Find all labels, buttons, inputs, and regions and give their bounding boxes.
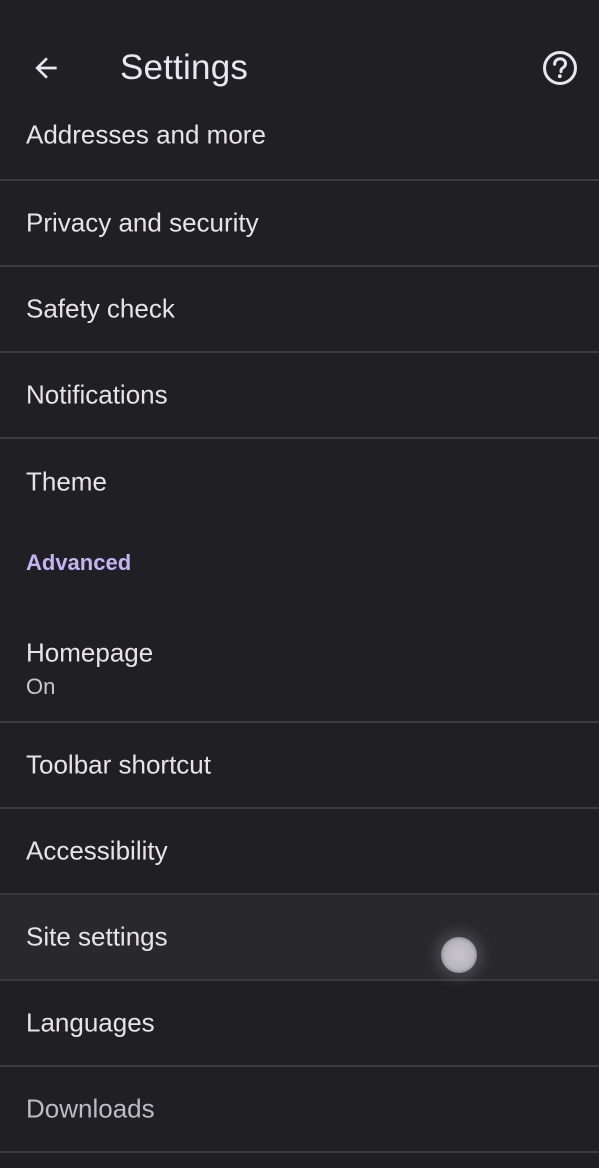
settings-item-label: Toolbar shortcut [26, 749, 211, 780]
back-button[interactable] [18, 40, 74, 96]
settings-screen: Settings Addresses and more Privacy and … [0, 0, 599, 1168]
help-button[interactable] [532, 40, 588, 96]
settings-item-languages[interactable]: Languages [0, 981, 599, 1067]
page-title: Settings [120, 48, 249, 87]
settings-item-label: Languages [26, 1007, 155, 1038]
app-bar: Settings [0, 0, 599, 118]
settings-item-toolbar-shortcut[interactable]: Toolbar shortcut [0, 723, 599, 809]
section-header-advanced: Advanced [0, 525, 599, 609]
section-header-label: Advanced [26, 550, 132, 575]
settings-item-homepage[interactable]: Homepage On [0, 609, 599, 723]
settings-item-label: Safety check [26, 293, 175, 324]
settings-item-label: Downloads [26, 1093, 155, 1124]
settings-item-label: Accessibility [26, 835, 168, 866]
settings-item-label: Site settings [26, 921, 168, 952]
settings-item-accessibility[interactable]: Accessibility [0, 809, 599, 895]
settings-item-notifications[interactable]: Notifications [0, 353, 599, 439]
settings-item-site-settings[interactable]: Site settings [0, 895, 599, 981]
settings-item-label: Notifications [26, 379, 168, 410]
settings-item-label: Theme [26, 466, 107, 497]
settings-item-downloads[interactable]: Downloads [0, 1067, 599, 1153]
settings-list: Addresses and more Privacy and security … [0, 93, 599, 1153]
settings-item-privacy[interactable]: Privacy and security [0, 181, 599, 267]
settings-item-theme[interactable]: Theme [0, 439, 599, 525]
arrow-back-icon [35, 57, 57, 79]
touch-indicator [441, 937, 477, 973]
settings-item-label: Addresses and more [26, 119, 266, 150]
settings-item-label: Homepage [26, 637, 154, 668]
settings-item-label: Privacy and security [26, 207, 259, 238]
settings-item-summary: On [26, 674, 56, 699]
help-circle-icon [543, 51, 577, 85]
settings-item-safety-check[interactable]: Safety check [0, 267, 599, 353]
